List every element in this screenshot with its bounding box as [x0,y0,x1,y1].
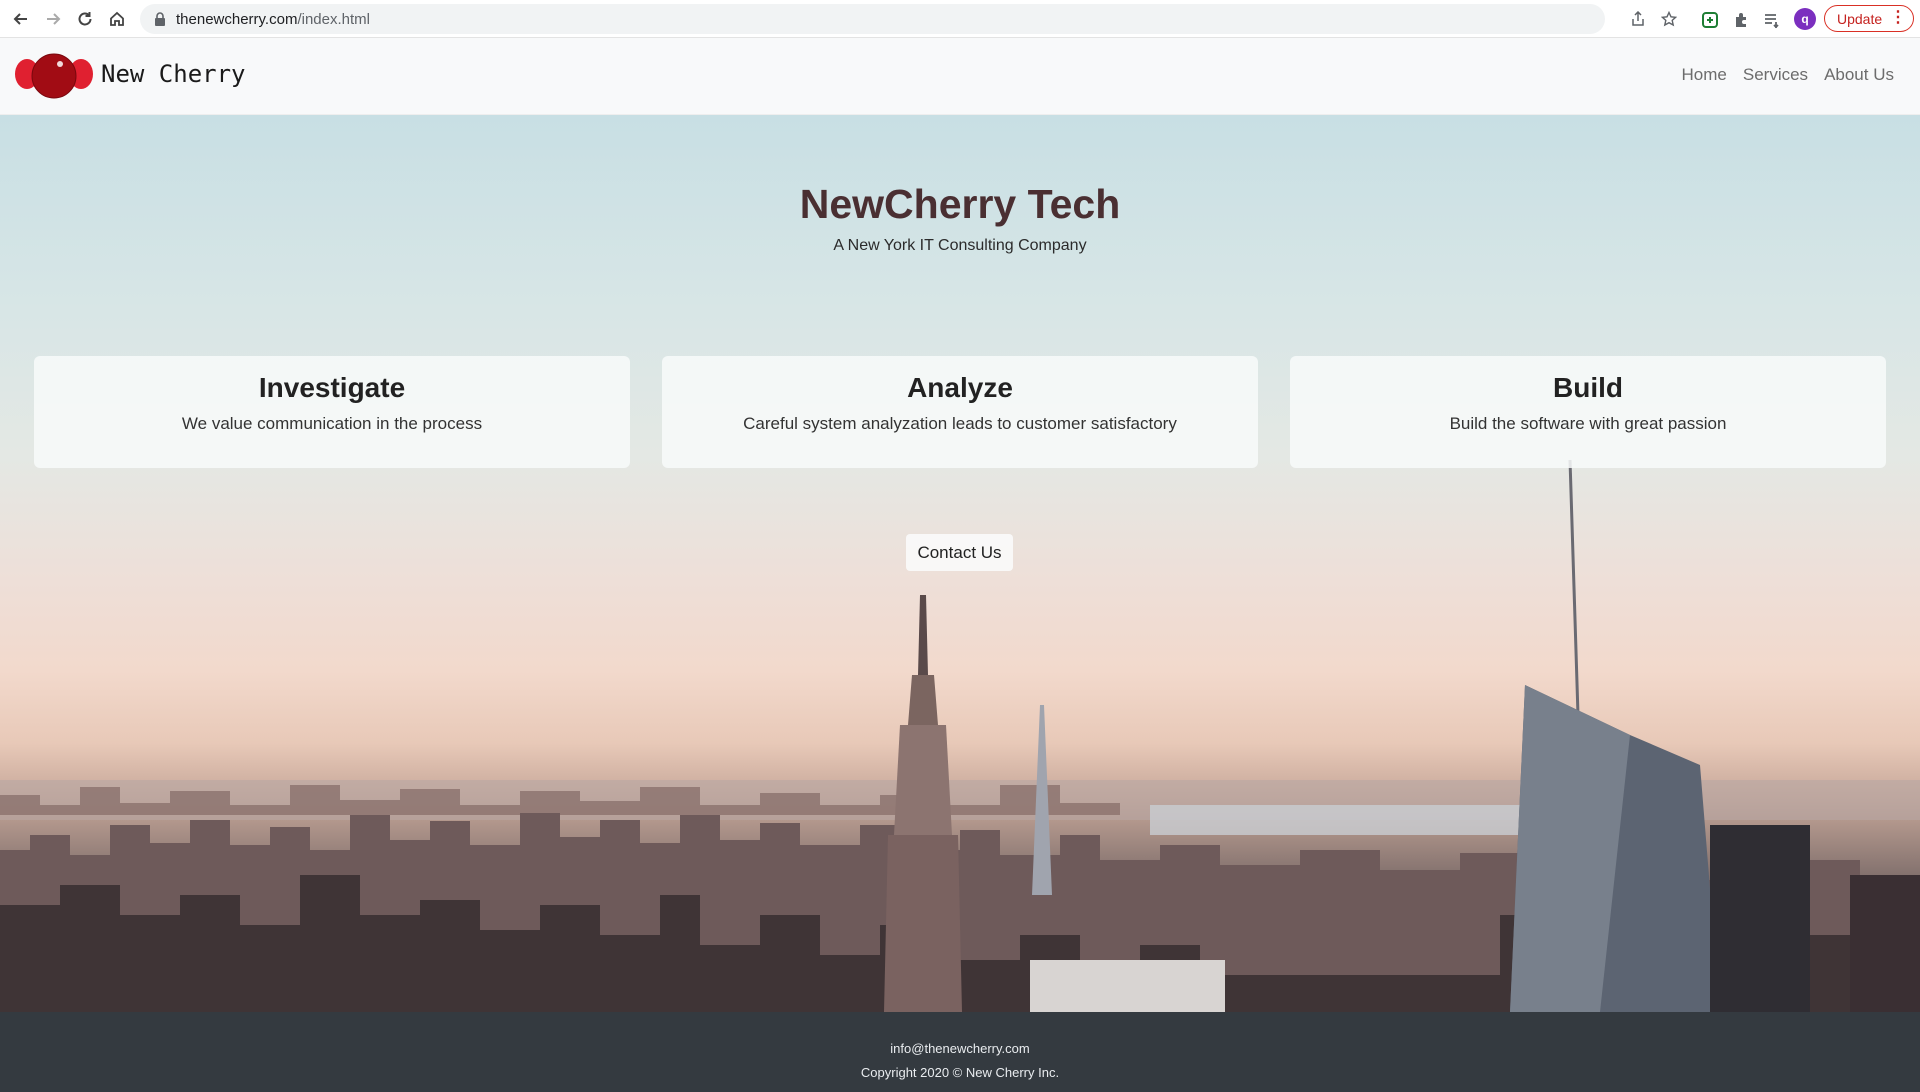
contact-us-button[interactable]: Contact Us [906,534,1013,571]
reading-list-icon[interactable] [1763,11,1781,29]
bookmark-star-icon[interactable] [1661,11,1677,27]
cherry-logo-icon[interactable] [15,52,95,100]
nav-services-link[interactable]: Services [1743,65,1808,85]
back-arrow-icon [13,12,27,25]
reload-button[interactable] [69,0,101,38]
update-label: Update [1837,10,1883,27]
site-navbar: New Cherry Home Services About Us [0,38,1920,115]
home-button[interactable] [101,0,133,38]
address-url: thenewcherry.com/index.html [176,10,370,28]
update-button[interactable]: Update ⋮ [1824,5,1914,32]
browser-toolbar: thenewcherry.com/index.html q Update ⋮ [0,0,1920,38]
card-text: Build the software with great passion [1449,414,1727,433]
card-title: Analyze [907,372,1013,403]
site-footer: info@thenewcherry.com Copyright 2020 © N… [0,1012,1920,1092]
card-investigate: Investigate We value communication in th… [34,356,630,468]
menu-dots-icon: ⋮ [1890,9,1906,26]
footer-email[interactable]: info@thenewcherry.com [0,1041,1920,1056]
hero-section: NewCherry Tech A New York IT Consulting … [0,115,1920,1012]
card-build: Build Build the software with great pass… [1290,356,1886,468]
nav-home-link[interactable]: Home [1682,65,1727,85]
share-icon[interactable] [1630,11,1646,27]
footer-copyright: Copyright 2020 © New Cherry Inc. [860,1065,1060,1080]
card-text: Careful system analyzation leads to cust… [743,414,1177,433]
back-button[interactable] [5,0,37,38]
card-analyze: Analyze Careful system analyzation leads… [662,356,1258,468]
card-title: Investigate [258,372,406,403]
nav-about-link[interactable]: About Us [1824,65,1894,85]
profile-avatar[interactable]: q [1794,8,1816,30]
lock-icon [155,12,165,26]
extension-grammar-icon[interactable] [1701,11,1719,29]
hero-title: NewCherry Tech [799,181,1121,227]
brand-name[interactable]: New Cherry [101,60,246,88]
address-bar[interactable]: thenewcherry.com/index.html [140,4,1677,34]
site-nav-links: Home Services About Us [1682,65,1894,85]
card-text: We value communication in the process [181,414,483,433]
home-icon [110,11,124,26]
forward-button[interactable] [37,0,69,38]
forward-arrow-icon [47,12,61,25]
extensions-puzzle-icon[interactable] [1733,11,1751,29]
reload-icon [78,11,92,25]
card-title: Build [1553,372,1623,403]
hero-subtitle: A New York IT Consulting Company [833,237,1087,254]
